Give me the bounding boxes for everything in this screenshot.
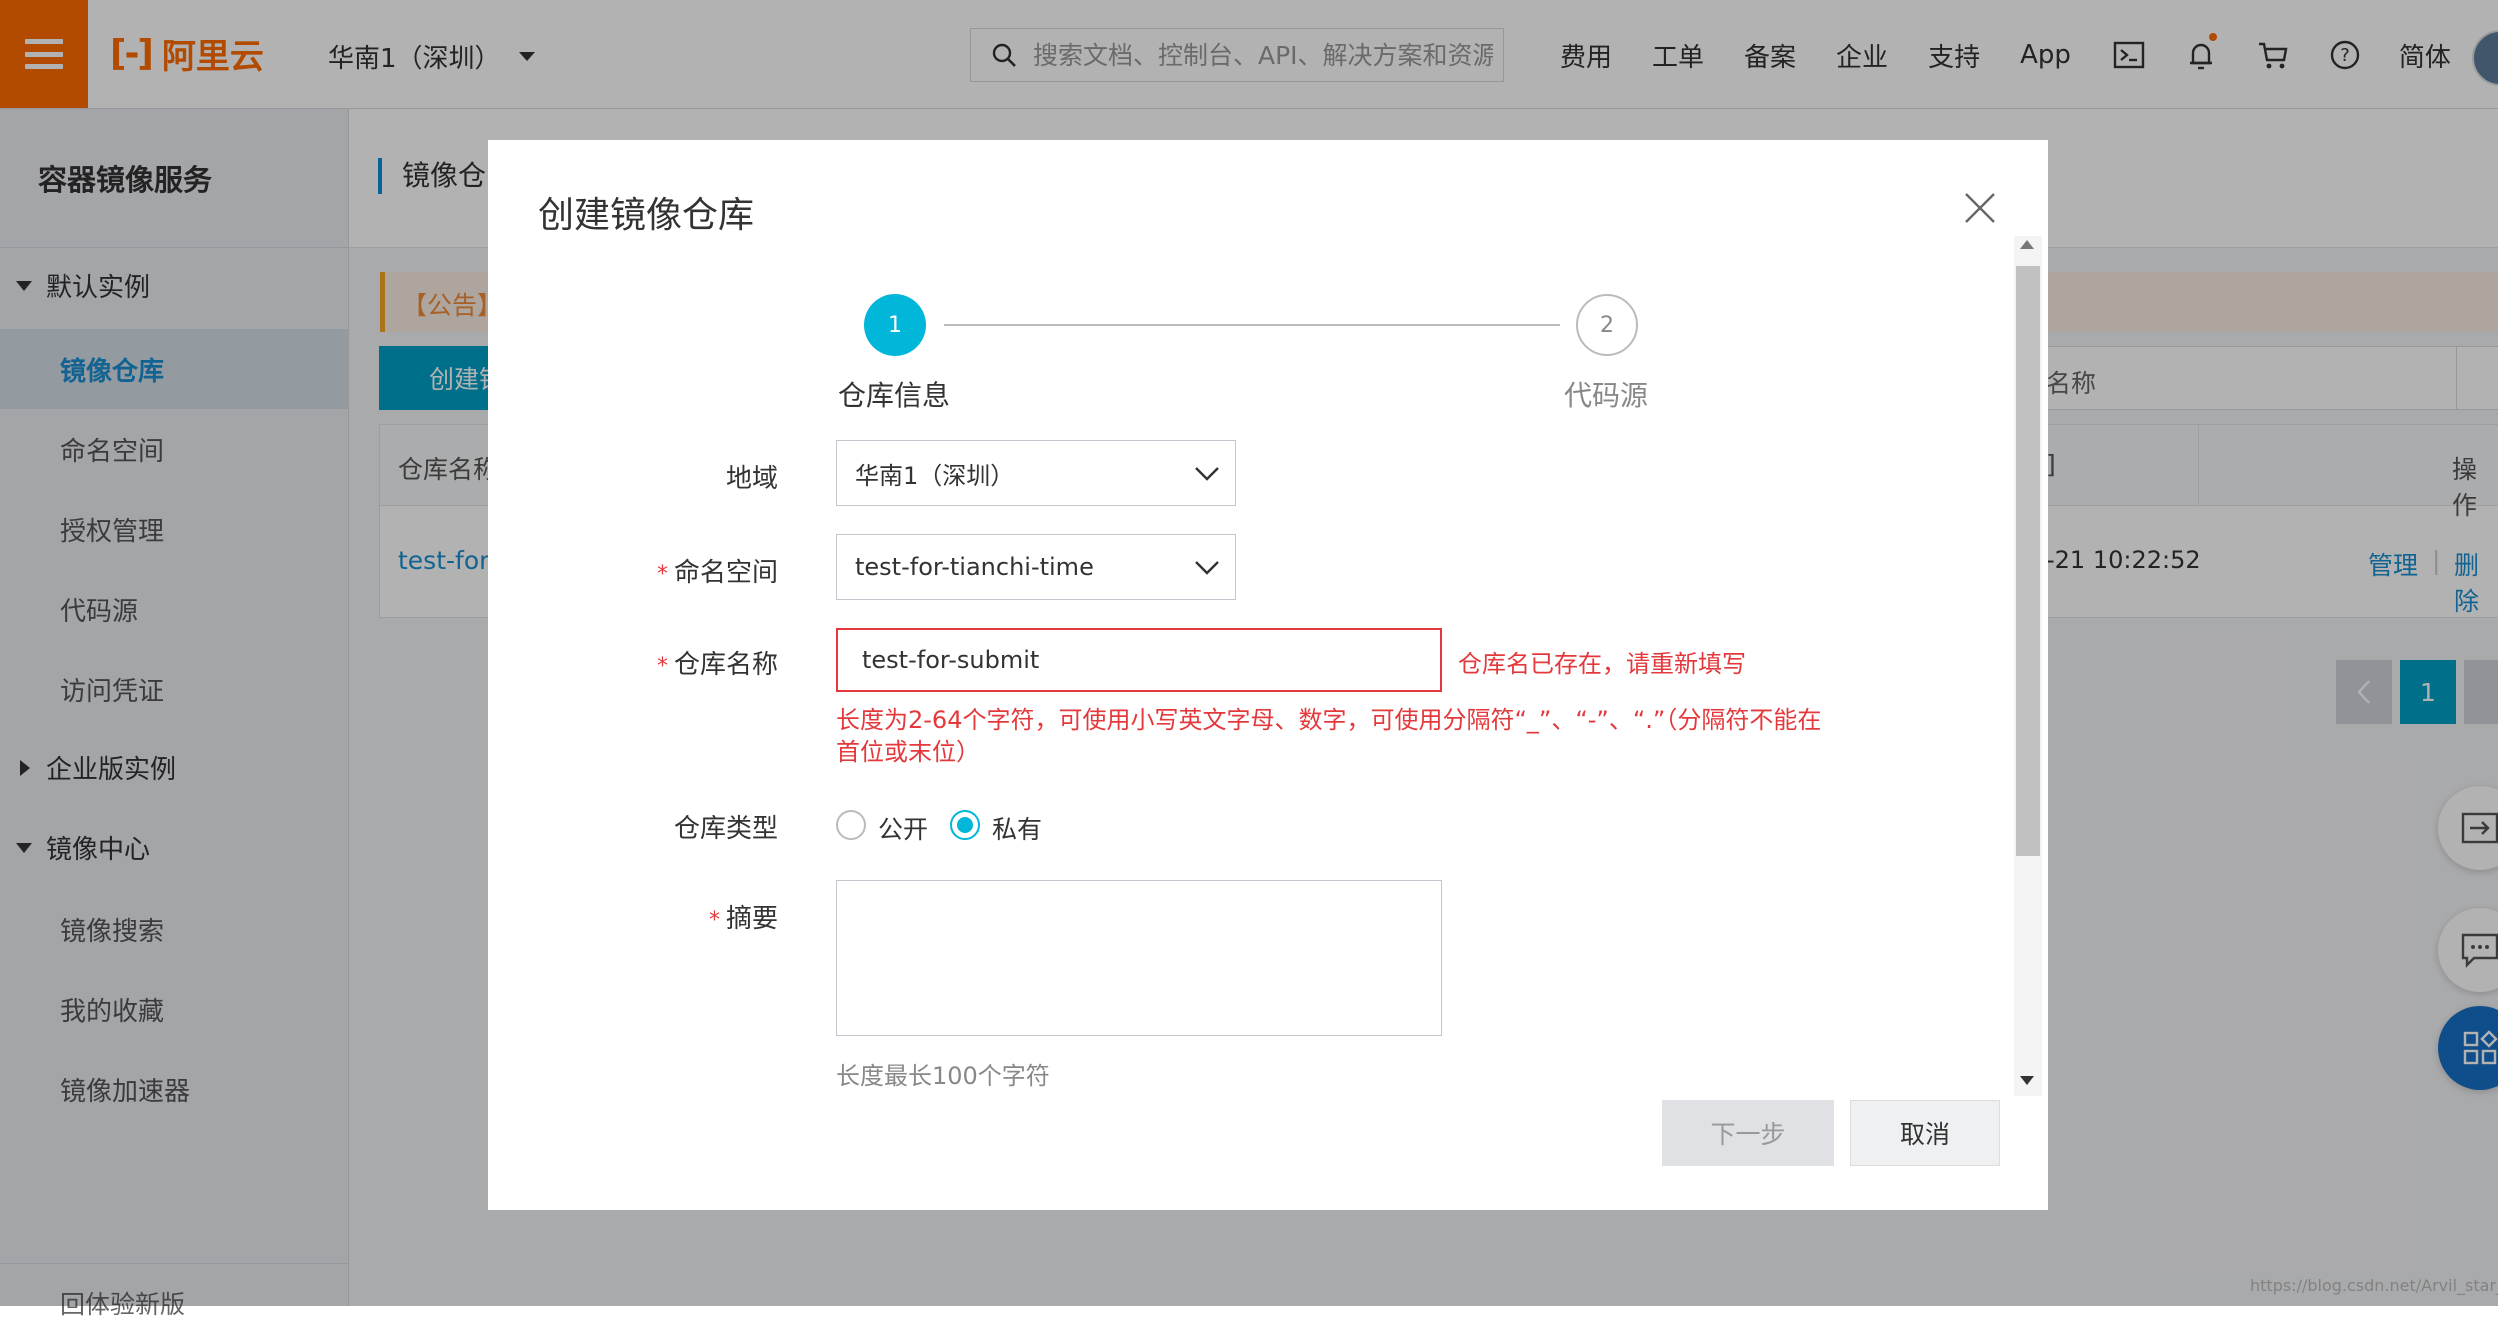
repo-name-error: 仓库名已存在，请重新填写: [1458, 650, 1746, 678]
step-1-indicator: 1: [864, 294, 926, 356]
summary-hint: 长度最长100个字符: [836, 1062, 1050, 1090]
repo-name-hint: 长度为2-64个字符，可使用小写英文字母、数字，可使用分隔符“_”、“-”、“.…: [836, 706, 1822, 766]
namespace-select-value: test-for-tianchi-time: [855, 553, 1094, 581]
region-select-value: 华南1（深圳）: [855, 461, 1015, 490]
step-2-indicator: 2: [1576, 294, 1638, 356]
chevron-down-icon: [1195, 467, 1219, 481]
namespace-field-label: * 命名空间: [656, 558, 778, 588]
repo-name-field-label: * 仓库名称: [656, 650, 778, 680]
step-connector: [944, 324, 1560, 326]
dialog-title: 创建镜像仓库: [538, 195, 755, 236]
repo-name-input[interactable]: [836, 628, 1442, 692]
radio-private-label[interactable]: 私有: [992, 810, 1042, 846]
summary-textarea[interactable]: [836, 880, 1442, 1036]
radio-private[interactable]: [950, 810, 980, 840]
summary-field-label: * 摘要: [708, 904, 778, 934]
radio-public[interactable]: [836, 810, 866, 840]
radio-selected-dot: [957, 817, 973, 833]
repo-type-field-label: 仓库类型: [673, 814, 778, 844]
scroll-up-icon[interactable]: [2020, 240, 2034, 249]
region-field-label: 地域: [725, 464, 778, 494]
cancel-button[interactable]: 取消: [1850, 1100, 2000, 1166]
chevron-down-icon: [1195, 561, 1219, 575]
required-mark: *: [708, 908, 720, 933]
required-mark: *: [656, 654, 668, 679]
step-2-label: 代码源: [1564, 379, 1649, 412]
next-step-button[interactable]: 下一步: [1662, 1100, 1834, 1166]
namespace-select[interactable]: test-for-tianchi-time: [836, 534, 1236, 600]
region-select[interactable]: 华南1（深圳）: [836, 440, 1236, 506]
scroll-down-icon[interactable]: [2020, 1076, 2034, 1085]
scrollbar-thumb[interactable]: [2016, 266, 2040, 856]
required-mark: *: [656, 562, 668, 587]
close-icon[interactable]: [1960, 188, 2000, 228]
step-1-label: 仓库信息: [838, 379, 951, 412]
radio-public-label[interactable]: 公开: [878, 810, 928, 846]
